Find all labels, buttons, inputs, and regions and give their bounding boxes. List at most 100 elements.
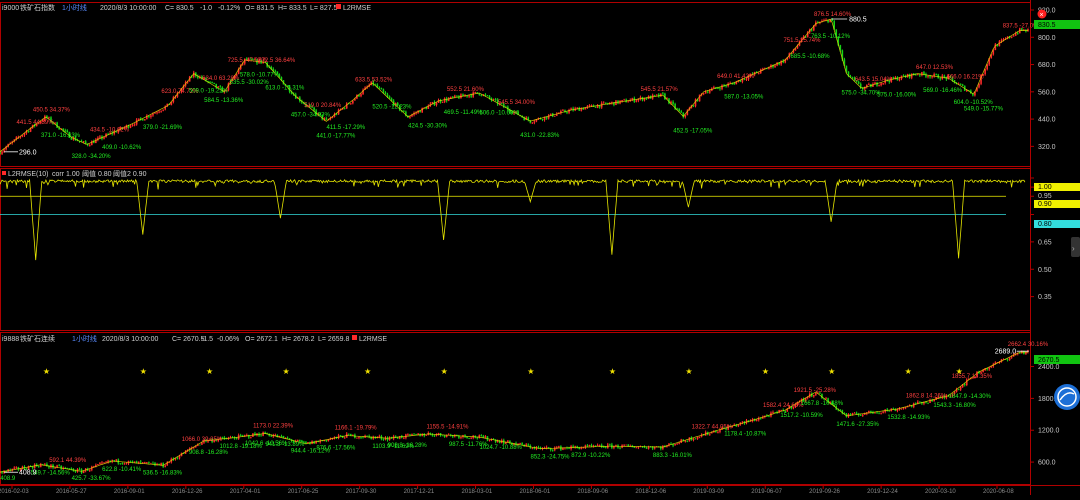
candle-body	[382, 439, 385, 440]
candle-body	[486, 95, 489, 97]
candle-body	[927, 76, 929, 77]
chevron-right-icon: ›	[1072, 244, 1075, 253]
candle-body	[931, 76, 933, 78]
candle-body	[566, 112, 568, 113]
candle-body	[1008, 357, 1011, 361]
pane3-header: i9888 铁矿石连续 1小时线 2020/8/3 10:00:00 C= 26…	[2, 334, 387, 343]
candle-body	[160, 110, 162, 112]
candle-body	[150, 462, 152, 464]
chart-svg: 920.0800.0680.0560.0440.0320.00.650.500.…	[0, 0, 1080, 495]
pane1-low: L= 827.5	[310, 5, 338, 12]
candle-body	[466, 436, 468, 438]
close-button[interactable]: ×	[1037, 9, 1047, 20]
trough-label: 908.8 -16.28%	[189, 450, 229, 456]
candle-body	[358, 437, 360, 438]
candle-body	[129, 125, 132, 128]
trough-label: 613.0 -15.31%	[265, 86, 305, 92]
candle-body	[239, 435, 242, 436]
candle-body	[141, 119, 144, 121]
candle-body	[882, 82, 884, 84]
trough-label: 328.0 -34.20%	[72, 154, 112, 160]
candle-body	[158, 111, 160, 113]
candle-body	[1019, 352, 1021, 354]
pane3-period[interactable]: 1小时线	[72, 334, 97, 343]
trough-label: 872.9 -10.22%	[571, 453, 611, 459]
xtick-label: 2016-05-27	[56, 489, 87, 495]
candle-body	[411, 433, 413, 435]
candle-body	[755, 420, 758, 421]
candle-body	[708, 433, 711, 435]
candle-body	[470, 437, 472, 439]
candle-body	[741, 421, 744, 423]
trough-label: 409.0 -10.62%	[102, 145, 142, 151]
candle-body	[129, 460, 132, 462]
pane1-ytick-label: 560.0	[1038, 89, 1056, 96]
trough-label: 535.5 -30.02%	[230, 80, 270, 86]
candle-body	[133, 461, 136, 463]
candle-body	[460, 436, 462, 438]
candle-body	[959, 83, 962, 85]
candle-body	[470, 95, 472, 97]
candle-body	[488, 440, 491, 441]
candle-body	[250, 436, 252, 438]
star-marker: ★	[609, 367, 616, 376]
candle-body	[148, 115, 150, 117]
grid-lines: 920.0800.0680.0560.0440.0320.00.650.500.…	[0, 8, 1060, 496]
candle-body	[733, 83, 736, 85]
pane3-code: i9888	[2, 336, 19, 343]
candle-body	[708, 90, 711, 93]
candle-body	[684, 441, 687, 442]
xtick-label: 2019-09-26	[809, 489, 840, 495]
candle-body	[961, 84, 964, 86]
candle-body	[635, 447, 638, 449]
candle-body	[441, 101, 444, 103]
candle-body	[957, 389, 960, 391]
candle-body	[148, 462, 150, 464]
l2rmse-line	[0, 178, 1026, 261]
pane1-code: i9000	[2, 5, 19, 12]
candle-body	[676, 443, 678, 445]
candle-body	[64, 130, 67, 132]
candle-body	[119, 463, 122, 465]
candle-body	[604, 102, 607, 104]
pane1-ytick-label: 800.0	[1038, 35, 1056, 42]
pane-frame-2	[0, 168, 1031, 331]
trough-label: 578.0 -10.77%	[240, 73, 280, 79]
side-scroll-handle[interactable]: ›	[1071, 237, 1080, 257]
candle-body	[139, 461, 142, 463]
app-logo	[1054, 384, 1080, 410]
pane3-high: H= 2678.2	[282, 336, 315, 343]
candle-body	[433, 435, 436, 437]
candle-body	[144, 462, 146, 464]
pane3-indicator: L2RMSE	[359, 336, 387, 343]
candle-body	[692, 105, 695, 107]
candle-body	[880, 83, 882, 86]
candle-body	[655, 94, 658, 96]
candle-body	[825, 398, 827, 400]
star-marker: ★	[527, 367, 534, 376]
candle-body	[898, 78, 901, 81]
candle-body	[660, 93, 662, 97]
xtick-label: 2017-04-01	[230, 489, 261, 495]
peak-label: 643.5 15.04%	[855, 77, 893, 83]
candle-body	[74, 471, 77, 472]
candle-body	[719, 88, 721, 90]
pane-frame-3	[0, 332, 1031, 485]
pane1-indicator: L2RMSE	[343, 5, 371, 12]
pane1-period[interactable]: 1小时线	[62, 3, 87, 12]
candle-body	[421, 107, 423, 113]
candle-body	[684, 115, 687, 117]
candle-body	[896, 409, 899, 411]
pane2-header: L2RMSE(10) corr 1.00 阈值 0.80 阈值2 0.90	[2, 169, 147, 178]
candle-body	[168, 462, 171, 464]
candle-body	[435, 102, 438, 106]
candle-body	[409, 116, 411, 118]
xtick-label: 2017-12-21	[404, 489, 435, 495]
trough-label: 425.7 -33.67%	[72, 476, 112, 482]
candle-body	[959, 386, 962, 390]
peak-label: 633.5 53.52%	[355, 77, 393, 83]
peak-label: 545.5 34.00%	[498, 100, 536, 106]
candle-body	[1, 151, 3, 155]
candle-body	[602, 102, 605, 104]
tag-0-95-text: 0.95	[1038, 193, 1052, 200]
